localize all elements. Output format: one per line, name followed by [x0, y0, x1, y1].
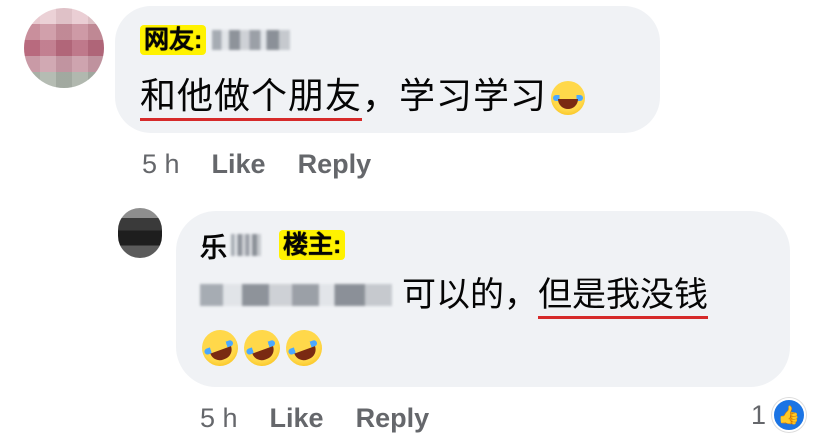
reply-text-plain: 可以的， — [402, 276, 538, 314]
like-button[interactable]: Like — [212, 148, 266, 180]
annotation-tag: 网友: — [140, 25, 207, 55]
replier-avatar[interactable] — [118, 208, 162, 258]
annotation-tag: 楼主: — [279, 230, 346, 260]
comment-text-rest: ，学习学习 — [362, 75, 548, 116]
replier-name-row[interactable]: 乐 楼主: — [200, 226, 346, 265]
emoji-row — [196, 324, 328, 372]
commenter-name-row[interactable]: 网友: — [140, 24, 291, 56]
underlined-text: 但是我没钱 — [538, 276, 708, 319]
comment-actions: 5 h Like Reply — [142, 148, 371, 180]
rofl-emoji-icon — [196, 324, 244, 372]
reply-actions: 5 h Like Reply — [200, 402, 429, 434]
blurred-name — [212, 30, 291, 50]
laughing-tears-emoji-icon — [551, 81, 586, 116]
rofl-emoji-icon — [280, 324, 328, 372]
rofl-emoji-icon — [238, 324, 286, 372]
reply-text: 可以的，但是我没钱 — [200, 274, 708, 319]
blurred-mention — [200, 284, 392, 306]
like-button[interactable]: Like — [270, 402, 324, 434]
underlined-text: 和他做个朋友 — [140, 75, 363, 121]
reaction-count: 1 — [750, 399, 766, 430]
reply-button[interactable]: Reply — [298, 148, 372, 180]
comment-text: 和他做个朋友，学习学习 — [140, 74, 586, 121]
commenter-avatar[interactable] — [24, 8, 104, 88]
reaction-summary[interactable]: 1 👍 — [751, 398, 806, 432]
thumbs-up-icon: 👍 — [772, 398, 806, 432]
timestamp[interactable]: 5 h — [142, 148, 180, 180]
timestamp[interactable]: 5 h — [200, 402, 238, 434]
blurred-name — [231, 234, 261, 256]
replier-name[interactable]: 乐 — [200, 226, 227, 265]
reply-button[interactable]: Reply — [356, 402, 430, 434]
